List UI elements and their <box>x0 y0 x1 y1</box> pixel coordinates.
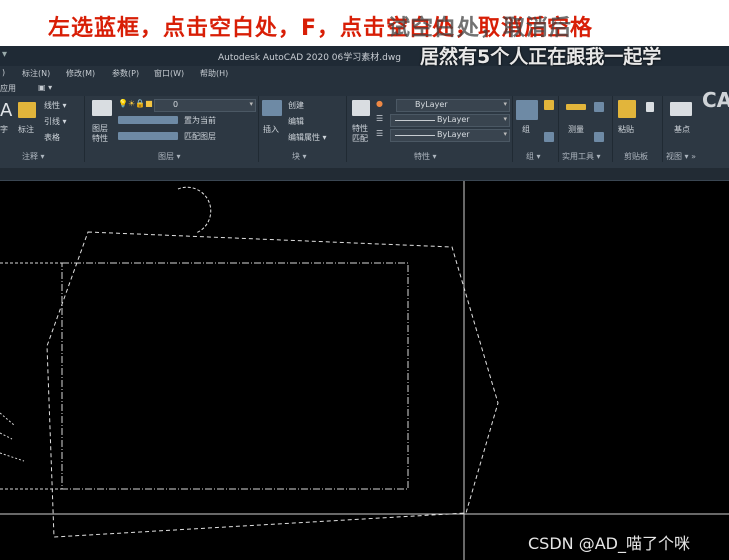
insert-block-icon[interactable] <box>262 100 282 116</box>
clipboard-panel-label[interactable]: 剪贴板 <box>624 151 648 162</box>
linetype-sample <box>395 120 435 121</box>
measure-button-label[interactable]: 测量 <box>568 124 584 135</box>
quick-access-toggle[interactable]: ▾ <box>2 49 7 60</box>
linetype-icon[interactable]: ☰ <box>376 114 383 123</box>
utilities-panel-label[interactable]: 实用工具 ▾ <box>562 151 601 162</box>
utility-tool-icon[interactable] <box>594 102 604 112</box>
panel-divider <box>612 96 613 162</box>
group-select-icon[interactable] <box>544 132 554 142</box>
tab-extra-button[interactable]: ▣ ▾ <box>38 83 52 92</box>
group-edit-icon[interactable] <box>544 100 554 110</box>
annotation-panel-label[interactable]: 注释 ▾ <box>22 151 45 162</box>
measure-icon[interactable] <box>566 104 586 110</box>
dimension-icon[interactable] <box>18 102 36 118</box>
file-tab-bar <box>0 168 729 181</box>
drawing-svg <box>0 181 729 560</box>
selected-line[interactable] <box>0 452 25 462</box>
leader-dropdown[interactable]: 引线 ▾ <box>44 116 67 127</box>
menu-stub[interactable]: ) <box>2 68 5 77</box>
menu-item-window[interactable]: 窗口(W) <box>154 68 184 79</box>
create-block-button[interactable]: 创建 <box>288 100 304 111</box>
selected-rectangle[interactable] <box>61 262 409 490</box>
lineweight-icon[interactable]: ☰ <box>376 129 383 138</box>
layer-tools-row-1[interactable] <box>118 116 178 124</box>
properties-panel-label[interactable]: 特性 ▾ <box>414 151 437 162</box>
layer-properties-icon[interactable] <box>92 100 112 116</box>
copy-icon[interactable] <box>646 102 654 112</box>
text-button-label[interactable]: 字 <box>0 124 8 135</box>
paste-button-label[interactable]: 粘贴 <box>618 124 634 135</box>
color-wheel-icon[interactable]: ● <box>376 99 383 108</box>
viewer-count-overlay: 居然有5个人正在跟我一起学 <box>420 46 662 68</box>
color-dropdown[interactable]: ByLayer ▾ <box>396 99 510 112</box>
csdn-watermark: CSDN @AD_喵了个咪 <box>528 534 690 553</box>
lineweight-value: ByLayer <box>437 130 470 139</box>
chevron-down-icon: ▾ <box>503 130 507 138</box>
match-properties-icon[interactable] <box>352 100 370 116</box>
linetype-dropdown[interactable]: ByLayer ▾ <box>390 114 510 127</box>
layer-state-icons[interactable]: 💡☀🔒■ <box>118 99 153 108</box>
selected-polygon[interactable] <box>46 231 499 538</box>
menu-item-modify[interactable]: 修改(M) <box>66 68 95 79</box>
ribbon: A 字 标注 线性 ▾ 引线 ▾ 表格 注释 ▾ 图层特性 💡☀🔒■ 0 ▾ 置… <box>0 96 729 168</box>
paste-icon[interactable] <box>618 100 636 118</box>
tab-apps[interactable]: 应用 <box>0 83 16 94</box>
view-panel-label[interactable]: 视图 ▾ » <box>666 151 696 162</box>
layer-dropdown-value: 0 <box>173 100 179 109</box>
insert-button-label[interactable]: 插入 <box>263 124 279 135</box>
calculator-icon[interactable] <box>594 132 604 142</box>
drawing-canvas[interactable] <box>0 181 729 560</box>
group-icon[interactable] <box>516 100 538 120</box>
selected-line[interactable] <box>0 432 13 440</box>
layers-panel-label[interactable]: 图层 ▾ <box>158 151 181 162</box>
menu-item-parameter[interactable]: 参数(P) <box>112 68 139 79</box>
lineweight-sample <box>395 135 435 136</box>
linetype-value: ByLayer <box>437 115 470 124</box>
panel-divider <box>258 96 259 162</box>
match-properties-label[interactable]: 特性匹配 <box>352 124 372 144</box>
menu-item-dimension[interactable]: 标注(N) <box>22 68 50 79</box>
block-panel-label[interactable]: 块 ▾ <box>292 151 307 162</box>
set-current-button[interactable]: 置为当前 <box>184 115 216 126</box>
panel-divider <box>662 96 663 162</box>
menu-item-help[interactable]: 帮助(H) <box>200 68 228 79</box>
groups-panel-label[interactable]: 组 ▾ <box>526 151 541 162</box>
chevron-down-icon: ▾ <box>503 100 507 108</box>
match-layer-button[interactable]: 匹配图层 <box>184 131 216 142</box>
layer-tools-row-2[interactable] <box>118 132 178 140</box>
window-title: Autodesk AutoCAD 2020 06学习素材.dwg <box>218 53 401 63</box>
layer-properties-label[interactable]: 图层特性 <box>92 124 114 144</box>
edit-attribute-button[interactable]: 编辑属性 ▾ <box>288 132 327 143</box>
instruction-caption: 左选蓝框，点击空白处，F，点击空白处，取消后空格 试空白处，取消后 <box>0 0 729 46</box>
panel-divider <box>558 96 559 162</box>
panel-divider <box>512 96 513 162</box>
chevron-down-icon: ▾ <box>503 115 507 123</box>
text-a-icon[interactable]: A <box>0 100 12 121</box>
panel-divider <box>346 96 347 162</box>
lineweight-dropdown[interactable]: ByLayer ▾ <box>390 129 510 142</box>
panel-divider <box>84 96 85 162</box>
color-value: ByLayer <box>415 100 448 109</box>
instruction-overlay-text: 试空白处，取消后 <box>388 16 573 41</box>
selected-arc[interactable] <box>177 186 212 234</box>
ribbon-tab-row: 应用 ▣ ▾ <box>0 82 729 97</box>
base-point-label[interactable]: 基点 <box>674 124 690 135</box>
layer-dropdown[interactable]: 0 ▾ <box>154 99 256 112</box>
edit-block-button[interactable]: 编辑 <box>288 116 304 127</box>
chevron-down-icon: ▾ <box>249 100 253 108</box>
group-button-label[interactable]: 组 <box>522 124 530 135</box>
linear-dim-dropdown[interactable]: 线性 ▾ <box>44 100 67 111</box>
selected-line[interactable] <box>0 412 15 426</box>
corner-overlay-text: CA <box>702 88 729 112</box>
table-button[interactable]: 表格 <box>44 132 60 143</box>
dimension-button-label[interactable]: 标注 <box>18 124 34 135</box>
base-point-icon[interactable] <box>670 102 692 116</box>
